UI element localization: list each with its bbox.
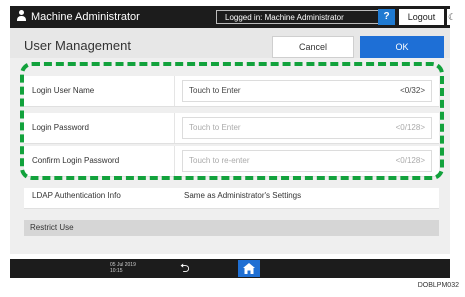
- logout-button[interactable]: Logout: [399, 9, 444, 25]
- back-icon[interactable]: ⮌: [180, 260, 190, 276]
- top-bar: Machine Administrator Logged in: Machine…: [10, 6, 457, 28]
- restrict-use-label: Restrict Use: [30, 223, 74, 232]
- figure-code: DOBLPM032: [417, 282, 459, 289]
- clock-time: 10:15: [110, 268, 123, 274]
- device-screen: Machine Administrator Logged in: Machine…: [0, 0, 465, 278]
- admin-indicator: Machine Administrator: [16, 9, 140, 25]
- home-button[interactable]: [238, 260, 260, 277]
- energy-saver-icon[interactable]: ☾: [447, 9, 457, 25]
- ldap-authentication-value: Same as Administrator's Settings: [184, 191, 302, 200]
- ok-button[interactable]: OK: [360, 36, 444, 58]
- help-button[interactable]: ?: [378, 9, 395, 25]
- logged-in-status: Logged in: Machine Administrator: [216, 10, 386, 24]
- clock: 05 Jul 2019 10:15: [110, 262, 136, 274]
- highlight-outline: [20, 62, 444, 180]
- restrict-use-section: Restrict Use: [24, 220, 439, 236]
- bottom-bar: 05 Jul 2019 10:15 ⮌: [10, 259, 450, 278]
- admin-title: Machine Administrator: [31, 11, 140, 23]
- user-icon: [16, 10, 27, 21]
- ldap-authentication-label: LDAP Authentication Info: [32, 191, 121, 200]
- home-icon: [243, 263, 255, 274]
- ldap-authentication-row[interactable]: LDAP Authentication Info Same as Adminis…: [24, 188, 439, 209]
- cancel-button[interactable]: Cancel: [272, 36, 354, 58]
- page-title: User Management: [24, 38, 131, 53]
